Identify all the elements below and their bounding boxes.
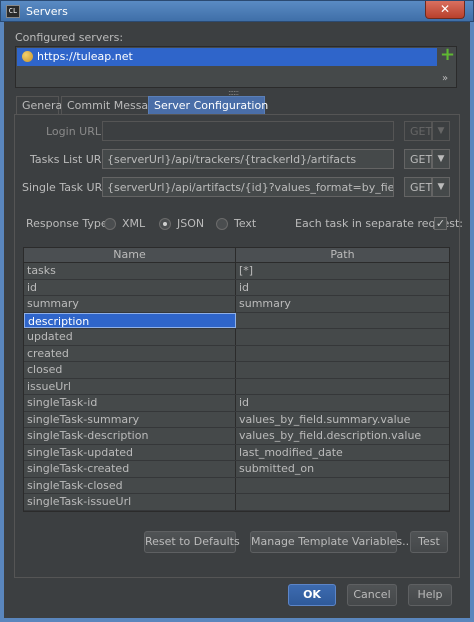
test-button[interactable]: Test	[410, 531, 448, 553]
login-url-field[interactable]	[102, 121, 394, 141]
response-xml-label: XML	[122, 217, 146, 230]
tasks-list-method-dropdown-icon[interactable]: ▼	[432, 149, 450, 169]
each-task-checkbox[interactable]: ✓	[434, 217, 447, 230]
table-row[interactable]: singleTask-updated last_modified_date	[24, 444, 449, 461]
single-task-method-dropdown-icon[interactable]: ▼	[432, 177, 450, 197]
path-cell[interactable]	[236, 362, 449, 378]
title-bar: CL Servers ✕	[0, 0, 474, 22]
path-cell[interactable]	[236, 478, 449, 494]
path-cell[interactable]: values_by_field.description.value	[236, 428, 449, 444]
name-cell[interactable]: closed	[24, 362, 236, 378]
tab-server-configuration[interactable]: Server Configuration	[148, 96, 268, 114]
table-row[interactable]: summary summary	[24, 296, 449, 313]
cancel-button[interactable]: Cancel	[347, 584, 397, 606]
server-list[interactable]: https://tuleap.net	[15, 46, 457, 88]
path-cell[interactable]: [*]	[236, 263, 449, 279]
login-method-select[interactable]: GET	[404, 121, 432, 141]
name-cell[interactable]: updated	[24, 329, 236, 345]
response-xml-radio[interactable]	[104, 218, 116, 230]
login-method-dropdown-icon[interactable]: ▼	[432, 121, 450, 141]
path-cell[interactable]	[236, 329, 449, 345]
server-url: https://tuleap.net	[37, 50, 133, 63]
window-title: Servers	[26, 5, 68, 18]
help-button[interactable]: Help	[408, 584, 452, 606]
ok-button[interactable]: OK	[288, 584, 336, 606]
path-column-header[interactable]: Path	[236, 248, 449, 262]
reset-to-defaults-button[interactable]: Reset to Defaults	[144, 531, 240, 553]
name-cell[interactable]: tasks	[24, 263, 236, 279]
name-cell[interactable]: singleTask-description	[24, 428, 236, 444]
response-json-radio[interactable]	[159, 218, 171, 230]
table-row[interactable]: singleTask-closed	[24, 477, 449, 494]
path-cell[interactable]: values_by_field.summary.value	[236, 412, 449, 428]
close-button[interactable]: ✕	[425, 1, 465, 19]
tasks-list-url-field[interactable]: {serverUrl}/api/trackers/{trackerId}/art…	[102, 149, 394, 169]
login-url-label: Login URL:	[46, 125, 105, 138]
name-column-header[interactable]: Name	[24, 248, 236, 262]
name-cell[interactable]: singleTask-updated	[24, 444, 236, 460]
name-cell[interactable]: summary	[24, 296, 236, 312]
path-cell[interactable]	[236, 346, 449, 362]
path-cell[interactable]: summary	[236, 296, 449, 312]
template-variables-table: Name Path tasks [*] id id summary summary d…	[23, 247, 450, 512]
path-cell[interactable]	[236, 313, 449, 329]
name-cell[interactable]: singleTask-closed	[24, 477, 236, 493]
path-cell[interactable]: id	[236, 280, 449, 296]
single-task-url-label: Single Task URL:	[22, 181, 113, 194]
response-json-label: JSON	[177, 217, 205, 230]
path-cell[interactable]: last_modified_date	[236, 445, 449, 461]
name-cell[interactable]: singleTask-issueUrl	[24, 494, 236, 510]
path-cell[interactable]	[236, 494, 449, 510]
response-text-label: Text	[234, 217, 257, 230]
name-cell[interactable]: id	[24, 279, 236, 295]
single-task-url-field[interactable]: {serverUrl}/api/artifacts/{id}?values_fo…	[102, 177, 394, 197]
tab-commit-message[interactable]: Commit Message	[61, 96, 162, 114]
table-row[interactable]: tasks [*]	[24, 263, 449, 280]
table-row[interactable]: closed	[24, 362, 449, 379]
server-list-item[interactable]: https://tuleap.net	[17, 48, 437, 66]
tab-general[interactable]: General	[16, 96, 65, 114]
table-row[interactable]: singleTask-id id	[24, 395, 449, 412]
path-cell[interactable]	[236, 379, 449, 395]
table-row[interactable]: issueUrl	[24, 378, 449, 395]
configured-servers-label: Configured servers:	[15, 31, 124, 44]
table-row[interactable]: id id	[24, 279, 449, 296]
name-cell[interactable]: singleTask-summary	[24, 411, 236, 427]
table-row[interactable]: singleTask-description values_by_field.de…	[24, 428, 449, 445]
add-server-icon[interactable]: +	[440, 46, 455, 64]
tasks-list-url-label: Tasks List URL:	[30, 153, 112, 166]
table-header: Name Path	[24, 248, 449, 263]
manage-template-variables-button[interactable]: Manage Template Variables...	[250, 531, 413, 553]
table-row[interactable]: singleTask-created submitted_on	[24, 461, 449, 478]
tasks-list-method-select[interactable]: GET	[404, 149, 432, 169]
name-cell[interactable]: singleTask-created	[24, 461, 236, 477]
table-row[interactable]: singleTask-issueUrl	[24, 494, 449, 511]
table-row[interactable]: created	[24, 345, 449, 362]
response-type-label: Response Type:	[26, 217, 112, 230]
path-cell[interactable]: id	[236, 395, 449, 411]
path-cell[interactable]: submitted_on	[236, 461, 449, 477]
name-cell[interactable]: singleTask-id	[24, 395, 236, 411]
name-cell-selected[interactable]: description	[24, 312, 236, 328]
name-cell[interactable]: created	[24, 345, 236, 361]
table-row[interactable]: singleTask-summary values_by_field.summar…	[24, 411, 449, 428]
table-row[interactable]: description	[24, 312, 449, 329]
more-actions-icon[interactable]: »	[442, 73, 448, 84]
response-text-radio[interactable]	[216, 218, 228, 230]
table-row[interactable]: updated	[24, 329, 449, 346]
server-icon	[22, 51, 33, 62]
single-task-method-select[interactable]: GET	[404, 177, 432, 197]
name-cell[interactable]: issueUrl	[24, 378, 236, 394]
app-icon: CL	[6, 5, 20, 18]
